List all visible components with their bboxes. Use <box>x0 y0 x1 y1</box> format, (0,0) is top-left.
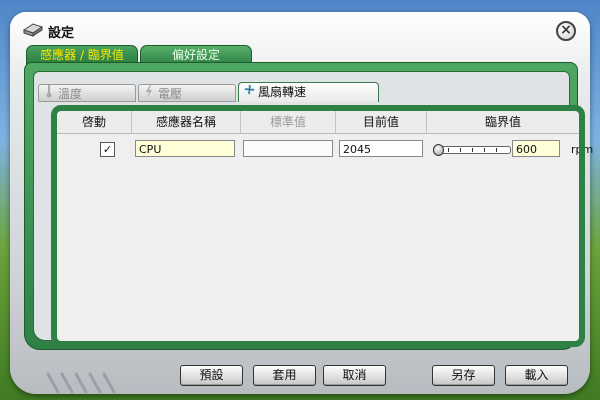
tab-fan-speed-label: 風扇轉速 <box>258 85 307 99</box>
header-standard-value: 標準值 <box>241 111 336 133</box>
slider-ticks <box>436 148 506 152</box>
close-icon: × <box>560 22 572 38</box>
drive-icon <box>22 23 44 37</box>
threshold-slider[interactable] <box>433 144 511 156</box>
thermometer-icon <box>43 85 55 102</box>
tab-fan-speed[interactable]: 風扇轉速 <box>238 82 379 102</box>
settings-window: 設定 × 感應器 / 臨界值 偏好設定 溫度 電壓 風扇轉速 啓動 感應器名稱 … <box>10 12 593 394</box>
table-header: 啓動 感應器名稱 標準值 目前值 臨界值 <box>57 111 579 134</box>
close-button[interactable]: × <box>556 21 576 41</box>
sensor-panel: 溫度 電壓 風扇轉速 啓動 感應器名稱 標準值 目前值 臨界值 ✓ CPU 20… <box>24 62 593 350</box>
apply-button[interactable]: 套用 <box>253 365 316 386</box>
load-button[interactable]: 載入 <box>505 365 568 386</box>
lightning-icon <box>143 85 155 102</box>
cancel-button[interactable]: 取消 <box>323 365 386 386</box>
window-title: 設定 <box>48 26 75 41</box>
current-value-field: 2045 <box>339 140 423 157</box>
enable-checkbox[interactable]: ✓ <box>100 142 115 157</box>
header-enable: 啓動 <box>57 111 132 133</box>
header-threshold: 臨界值 <box>484 115 521 129</box>
tab-temperature-label: 溫度 <box>58 87 83 101</box>
resize-grip-icon <box>46 372 116 394</box>
threshold-unit: rpm <box>571 143 594 156</box>
standard-value-field[interactable] <box>243 140 333 157</box>
fan-speed-table: 啓動 感應器名稱 標準值 目前值 臨界值 ✓ CPU 2045 600 rpm <box>51 105 593 347</box>
save-as-button[interactable]: 另存 <box>432 365 495 386</box>
title-bar: 設定 × <box>10 12 590 46</box>
sensor-name-field[interactable]: CPU <box>135 140 235 157</box>
inner-frame: 溫度 電壓 風扇轉速 啓動 感應器名稱 標準值 目前值 臨界值 ✓ CPU 20… <box>33 71 593 347</box>
tab-temperature[interactable]: 溫度 <box>38 84 136 102</box>
header-sensor-name: 感應器名稱 <box>132 111 241 133</box>
default-button[interactable]: 預設 <box>180 365 243 386</box>
slider-knob[interactable] <box>433 144 444 156</box>
threshold-field[interactable]: 600 <box>512 140 560 157</box>
header-current-value: 目前值 <box>336 111 427 133</box>
tab-voltage-label: 電壓 <box>158 87 183 101</box>
fan-icon <box>243 83 255 102</box>
tab-voltage[interactable]: 電壓 <box>138 84 236 102</box>
